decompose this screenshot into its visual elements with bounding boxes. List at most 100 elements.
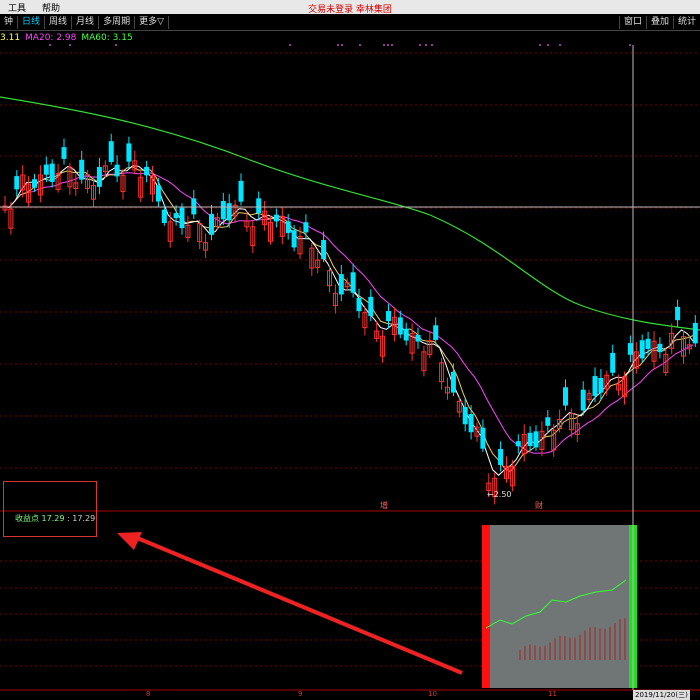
highlight-box [3, 481, 97, 537]
candle-body [415, 334, 421, 342]
candle-body [545, 417, 551, 426]
candle-body [291, 230, 297, 248]
event-dot [115, 44, 117, 46]
event-dot [391, 44, 393, 46]
candle-body [563, 387, 568, 406]
candle-body [527, 432, 533, 447]
event-dot [383, 44, 385, 46]
event-dot [289, 44, 291, 46]
candle-body [515, 441, 521, 447]
marker-left: 增 [380, 501, 388, 510]
ma-white-line [2, 165, 694, 476]
candle-body [397, 317, 403, 335]
candle-body [356, 297, 362, 312]
candle-body [639, 340, 645, 359]
candle-body [450, 371, 456, 393]
candle-body [273, 214, 279, 222]
candle-body [610, 352, 616, 373]
x-label-4: 11 [548, 690, 557, 698]
candle-body [220, 201, 226, 220]
event-dot [547, 44, 549, 46]
event-dots [49, 44, 631, 46]
event-dot [431, 44, 433, 46]
candle-body [598, 377, 604, 393]
gain-value-2: 17.29 [72, 514, 96, 523]
overlay-button[interactable]: 叠加 [645, 16, 673, 29]
arrow-head [117, 532, 142, 550]
event-dot [69, 44, 71, 46]
x-label-1: 8 [146, 690, 151, 698]
event-dot [387, 44, 389, 46]
candle-body [403, 328, 409, 341]
candle-body [321, 240, 327, 260]
candle-body [498, 448, 504, 465]
arrow-shaft [129, 533, 463, 675]
low-price-label: ←2.50 [487, 490, 512, 499]
tab-more[interactable]: 更多▽ [135, 16, 170, 29]
candle-body [173, 213, 179, 219]
marker-right: 财 [535, 501, 543, 510]
indicator-box [482, 525, 636, 688]
candle-body [657, 343, 663, 353]
tab-minute[interactable]: 钟 [0, 16, 19, 29]
tab-monthly[interactable]: 月线 [72, 16, 100, 29]
chevron-down-icon: ▽ [157, 17, 165, 27]
candle-body [580, 389, 586, 411]
candle-body [368, 296, 374, 317]
ma60-line [0, 96, 700, 331]
candle-body [480, 427, 486, 449]
tab-more-label: 更多 [139, 17, 158, 27]
stats-button[interactable]: 统计 [672, 16, 700, 29]
period-toolbar: 钟 日线 周线 月线 多周期 更多▽ 窗口 叠加 统计 [0, 15, 700, 31]
candle-body [144, 166, 150, 176]
indicator-red-edge [482, 525, 490, 688]
candle-body [675, 306, 681, 321]
gain-label: 收益点 [15, 514, 39, 523]
candle-body [645, 338, 651, 349]
candlestick-chart[interactable] [0, 30, 700, 700]
tab-daily[interactable]: 日线 [18, 16, 46, 29]
candle-body [126, 143, 132, 162]
candle-body [114, 164, 120, 177]
candle-body [61, 147, 67, 159]
event-dot [425, 44, 427, 46]
x-label-2: 9 [298, 690, 303, 698]
menu-tools[interactable]: 工具 [0, 1, 34, 14]
candle-body [338, 274, 344, 295]
event-dot [419, 44, 421, 46]
gain-point-readout: 收益点 17.29 : 17.29 [15, 514, 96, 523]
menu-bar: 工具 帮助 交易未登录 幸林集团 [0, 0, 700, 15]
ma20-line [2, 172, 694, 454]
candle-body [238, 180, 244, 202]
low-price-value: 2.50 [493, 490, 512, 499]
candle-body [108, 141, 114, 162]
candle-body [32, 179, 37, 188]
candle-body [592, 376, 598, 396]
candle-body [350, 272, 356, 293]
candle-body [191, 198, 197, 215]
candle-body [386, 311, 391, 322]
candle-body [49, 163, 55, 182]
event-dot [49, 44, 51, 46]
candle-body [533, 431, 539, 448]
candle-body [43, 164, 49, 175]
event-dot [337, 44, 339, 46]
candle-body [14, 176, 20, 190]
menu-help[interactable]: 帮助 [34, 1, 68, 14]
candle-body [468, 413, 474, 433]
window-button[interactable]: 窗口 [618, 16, 646, 29]
lower-indicator-panel [117, 525, 637, 688]
candle-body [179, 207, 185, 229]
candle-body [692, 322, 698, 344]
candle-body [627, 343, 633, 355]
event-dot [341, 44, 343, 46]
candle-body [209, 213, 214, 235]
event-dot [359, 44, 361, 46]
window-title: 交易未登录 幸林集团 [308, 5, 392, 15]
candle-body [433, 325, 439, 340]
tab-multi-period[interactable]: 多周期 [99, 16, 136, 29]
tab-weekly[interactable]: 周线 [45, 16, 73, 29]
toolbar-right: 窗口 叠加 统计 [618, 15, 700, 30]
x-label-3: 10 [428, 690, 437, 698]
ma-short-line [2, 166, 694, 473]
